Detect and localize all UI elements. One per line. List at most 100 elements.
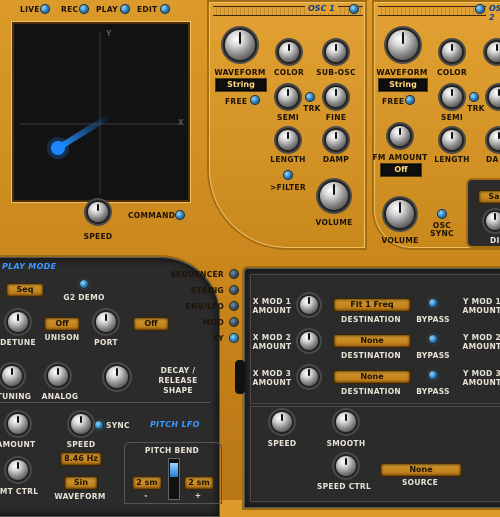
xy-motion-speed-knob[interactable] xyxy=(272,412,292,432)
osc1-volume-label: VOLUME xyxy=(315,218,353,227)
x-mod3-knob[interactable] xyxy=(300,368,318,386)
nav-sequencer-led[interactable] xyxy=(230,270,238,278)
x-mod3-bypass-label: BYPASS xyxy=(416,387,450,396)
osc2-length-knob[interactable] xyxy=(442,130,462,150)
g2-demo-led[interactable] xyxy=(80,280,88,288)
lfo-speed-knob[interactable] xyxy=(71,414,91,434)
x-mod1-destination-label: DESTINATION xyxy=(340,315,402,324)
live-label: LIVE xyxy=(20,5,40,14)
osc1-fine-knob[interactable] xyxy=(326,87,346,107)
x-mod3-dest-select[interactable]: None xyxy=(333,370,411,384)
lfo-rate-display[interactable]: 8.46 Hz xyxy=(60,452,102,466)
nav-label-xy: XY xyxy=(212,334,224,343)
port-knob[interactable] xyxy=(96,312,116,332)
osc2-fm-select[interactable]: Off xyxy=(380,163,422,177)
lfo-sync-label: SYNC xyxy=(106,421,130,430)
pitch-bend-up-select[interactable]: 2 sm xyxy=(184,476,214,490)
osc2-title: OSC 2 xyxy=(486,4,500,22)
osc2-fm-amount-label: FM AMOUNT xyxy=(372,153,428,162)
osc2-semi-knob[interactable] xyxy=(442,87,462,107)
osc1-sub-osc-knob[interactable] xyxy=(326,42,346,62)
y-mod2-label: Y MOD 2 AMOUNT xyxy=(462,333,500,351)
osc2-semi-label: SEMI xyxy=(441,113,463,122)
osc1-color-knob[interactable] xyxy=(279,42,299,62)
osc2-color-label: COLOR xyxy=(436,68,468,77)
osc1-length-knob[interactable] xyxy=(278,130,298,150)
y-axis-label: Y xyxy=(106,29,112,38)
osc2-free-led[interactable] xyxy=(406,96,414,104)
osc2-enable-led[interactable] xyxy=(476,5,484,13)
osc1-free-led[interactable] xyxy=(251,96,259,104)
tuning-knob[interactable] xyxy=(2,366,22,386)
x-mod2-dest-select[interactable]: None xyxy=(333,334,411,348)
analog-knob[interactable] xyxy=(48,366,68,386)
osc1-semi-knob[interactable] xyxy=(278,87,298,107)
osc1-filter-led[interactable] xyxy=(284,171,292,179)
lfo-wave-select[interactable]: Sin xyxy=(64,476,98,490)
osc2-waveform-knob[interactable] xyxy=(388,30,418,60)
osc2-fm-amount-knob[interactable] xyxy=(390,126,410,146)
osc1-waveform-label: WAVEFORM xyxy=(214,68,266,77)
osc2-waveform-label: WAVEFORM xyxy=(376,68,428,77)
pitch-bend-slider[interactable] xyxy=(168,458,180,500)
play-mode-title: PLAY MODE xyxy=(2,262,57,271)
xy-motion-speed-label: SPEED xyxy=(267,439,297,448)
pitch-lfo-title: PITCH LFO xyxy=(150,420,200,429)
nav-xy-led[interactable] xyxy=(230,334,238,342)
osc1-trk-led[interactable] xyxy=(306,93,314,101)
g2-demo-label: G2 DEMO xyxy=(63,293,105,302)
nav-env-lfo-led[interactable] xyxy=(230,302,238,310)
command-led[interactable] xyxy=(176,211,184,219)
xy-mod-tab[interactable] xyxy=(235,360,245,394)
live-led[interactable] xyxy=(41,5,49,13)
osc1-damp-knob[interactable] xyxy=(326,130,346,150)
smooth-label: SMOOTH xyxy=(326,439,366,448)
osc2-trk-led[interactable] xyxy=(470,93,478,101)
osc2-side-select[interactable]: Sa xyxy=(478,190,500,204)
osc2-side-knob[interactable] xyxy=(486,212,500,230)
lfo-sync-led[interactable] xyxy=(95,421,103,429)
decay-release-knob[interactable] xyxy=(106,366,128,388)
osc2-sync-label: OSC SYNC xyxy=(430,221,454,238)
osc2-sub-knob[interactable] xyxy=(487,42,500,62)
x-mod1-bypass-led[interactable] xyxy=(429,299,437,307)
speed-ctrl-knob[interactable] xyxy=(336,456,356,476)
y-mod1-label: Y MOD 1 AMOUNT xyxy=(462,297,500,315)
xy-pad[interactable]: Y X xyxy=(12,22,190,202)
play-mode-select[interactable]: Seq xyxy=(6,283,44,297)
edit-led[interactable] xyxy=(161,5,169,13)
play-led[interactable] xyxy=(121,5,129,13)
rec-led[interactable] xyxy=(80,5,88,13)
detune-label: DETUNE xyxy=(0,338,36,347)
x-mod2-knob[interactable] xyxy=(300,332,318,350)
osc2-color-knob[interactable] xyxy=(442,42,462,62)
smooth-knob[interactable] xyxy=(336,412,356,432)
x-mod1-knob[interactable] xyxy=(300,296,318,314)
nav-string-led[interactable] xyxy=(230,286,238,294)
osc1-wave-select[interactable]: String xyxy=(215,78,267,92)
x-mod1-dest-select[interactable]: Flt 1 Freq xyxy=(333,298,411,312)
decay-release-label: DECAY / RELEASE SHAPE xyxy=(158,366,198,395)
detune-knob[interactable] xyxy=(8,312,28,332)
xy-speed-knob[interactable] xyxy=(88,202,108,222)
unison-select[interactable]: Off xyxy=(44,317,80,331)
osc1-enable-led[interactable] xyxy=(350,5,358,13)
x-mod1-label: X MOD 1 AMOUNT xyxy=(252,297,292,315)
tuning-label: TUNING xyxy=(0,392,32,401)
speed-source-select[interactable]: None xyxy=(380,463,462,477)
amt-ctrl-knob[interactable] xyxy=(8,460,28,480)
pitch-bend-down-select[interactable]: 2 sm xyxy=(132,476,162,490)
osc2-wave-select[interactable]: String xyxy=(378,78,428,92)
osc1-volume-knob[interactable] xyxy=(320,182,348,210)
rec-label: REC xyxy=(61,5,79,14)
nav-mod-led[interactable] xyxy=(230,318,238,326)
osc2-volume-knob[interactable] xyxy=(386,200,414,228)
osc2-sync-led[interactable] xyxy=(438,210,446,218)
x-mod2-bypass-label: BYPASS xyxy=(416,351,450,360)
osc1-waveform-knob[interactable] xyxy=(225,30,255,60)
pitch-bend-handle[interactable] xyxy=(170,463,178,477)
x-mod3-bypass-led[interactable] xyxy=(429,371,437,379)
x-mod2-destination-label: DESTINATION xyxy=(340,351,402,360)
lfo-amount-knob[interactable] xyxy=(8,414,28,434)
x-mod2-bypass-led[interactable] xyxy=(429,335,437,343)
